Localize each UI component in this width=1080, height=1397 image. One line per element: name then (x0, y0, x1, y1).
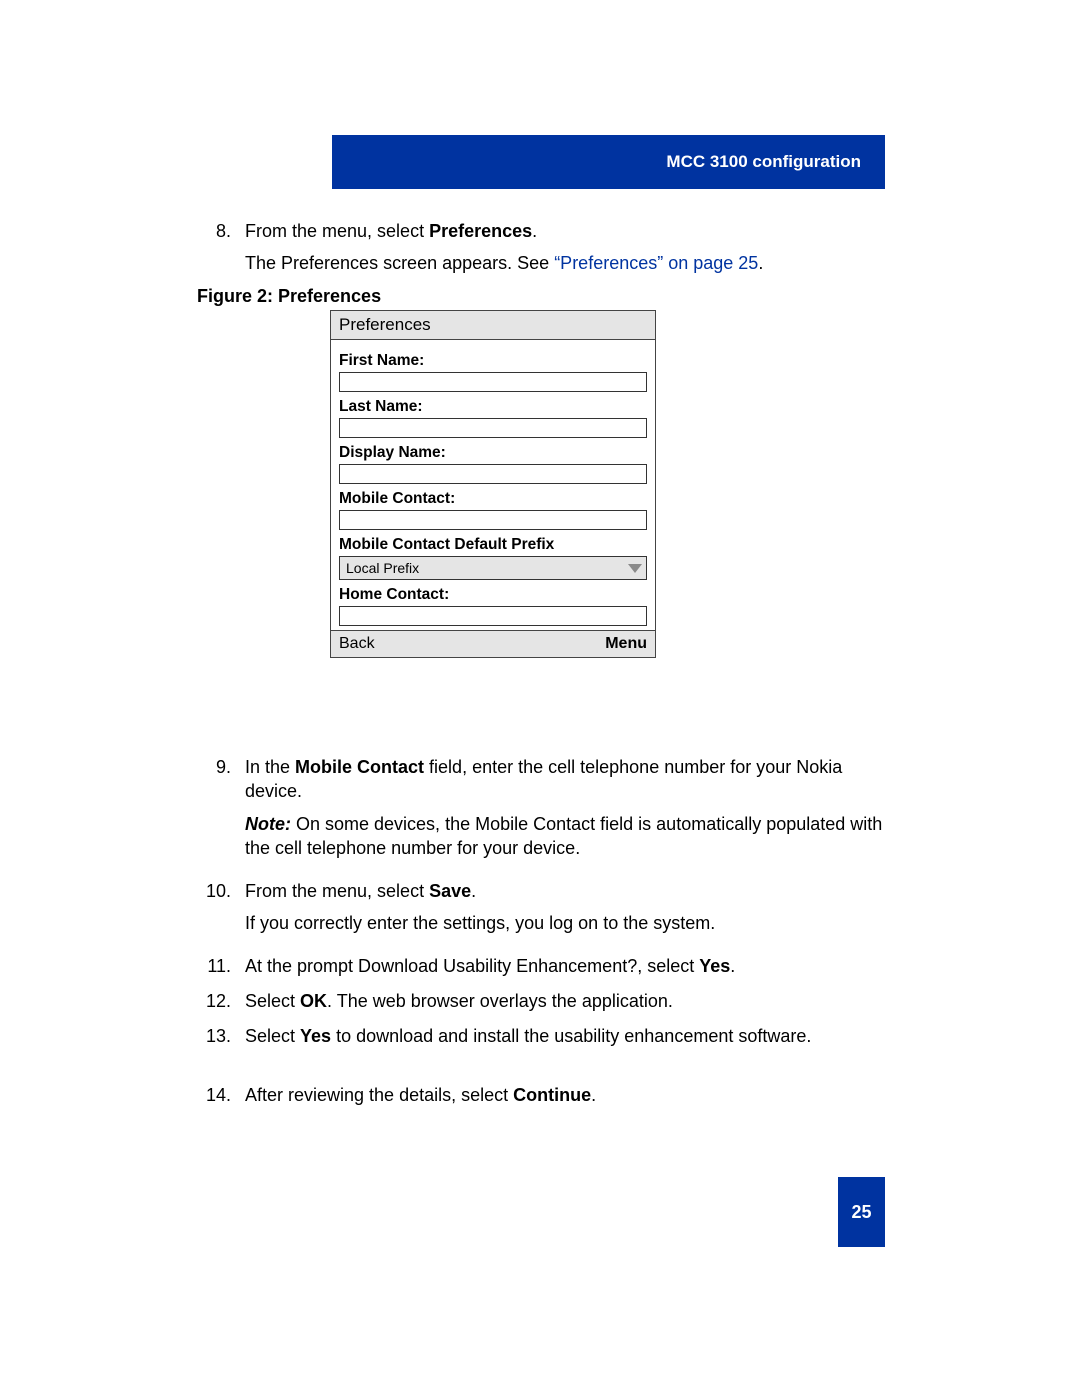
bold-text: Yes (699, 956, 730, 976)
bold-text: Save (429, 881, 471, 901)
text: . (758, 253, 763, 273)
bold-text: Preferences (429, 221, 532, 241)
step-body: At the prompt Download Usability Enhance… (245, 954, 885, 978)
home-contact-label: Home Contact: (339, 586, 647, 604)
display-name-label: Display Name: (339, 444, 647, 462)
menu-softkey[interactable]: Menu (605, 635, 647, 653)
step-body: Select OK. The web browser overlays the … (245, 989, 885, 1013)
step-9: 9. In the Mobile Contact field, enter th… (197, 755, 885, 866)
text: From the menu, select (245, 221, 429, 241)
panel-content: First Name: Last Name: Display Name: Mob… (331, 340, 655, 630)
mobile-contact-label: Mobile Contact: (339, 490, 647, 508)
text: After reviewing the details, select (245, 1085, 513, 1105)
step-number: 13. (197, 1024, 245, 1048)
step-number: 11. (197, 954, 245, 978)
text: . (730, 956, 735, 976)
text: From the menu, select (245, 881, 429, 901)
text: Select (245, 1026, 300, 1046)
step-sub: The Preferences screen appears. See “Pre… (245, 251, 885, 275)
text: . (591, 1085, 596, 1105)
step-number: 8. (197, 219, 245, 276)
page: MCC 3100 configuration 8. From the menu,… (0, 0, 1080, 1397)
step-body: From the menu, select Save. If you corre… (245, 879, 885, 936)
step-12: 12. Select OK. The web browser overlays … (197, 989, 885, 1019)
step-sub: If you correctly enter the settings, you… (245, 911, 885, 935)
prefix-select[interactable]: Local Prefix (339, 556, 647, 580)
text: . (532, 221, 537, 241)
chevron-down-icon (628, 564, 642, 573)
step-14: 14. After reviewing the details, select … (197, 1083, 885, 1113)
header-bar: MCC 3100 configuration (332, 135, 885, 189)
last-name-field[interactable] (339, 418, 647, 438)
step-body: In the Mobile Contact field, enter the c… (245, 755, 885, 860)
step-number: 10. (197, 879, 245, 936)
text: In the (245, 757, 295, 777)
text: At the prompt Download Usability Enhance… (245, 956, 699, 976)
bold-text: Continue (513, 1085, 591, 1105)
step-body: From the menu, select Preferences. The P… (245, 219, 885, 276)
panel-title: Preferences (331, 311, 655, 340)
home-contact-field[interactable] (339, 606, 647, 626)
figure-caption: Figure 2: Preferences (197, 284, 885, 308)
display-name-field[interactable] (339, 464, 647, 484)
step-note: Note: On some devices, the Mobile Contac… (245, 812, 885, 861)
step-13: 13. Select Yes to download and install t… (197, 1024, 885, 1054)
bold-text: Mobile Contact (295, 757, 424, 777)
step-11: 11. At the prompt Download Usability Enh… (197, 954, 885, 984)
bold-text: OK (300, 991, 327, 1011)
text: . (471, 881, 476, 901)
step-8: 8. From the menu, select Preferences. Th… (197, 219, 885, 282)
text: The Preferences screen appears. See (245, 253, 554, 273)
prefix-label: Mobile Contact Default Prefix (339, 536, 647, 554)
mobile-contact-field[interactable] (339, 510, 647, 530)
step-10: 10. From the menu, select Save. If you c… (197, 879, 885, 942)
step-body: Select Yes to download and install the u… (245, 1024, 885, 1048)
header-title: MCC 3100 configuration (666, 152, 861, 172)
step-number: 9. (197, 755, 245, 860)
step-number: 12. (197, 989, 245, 1013)
back-softkey[interactable]: Back (339, 635, 375, 653)
note-label: Note: (245, 814, 291, 834)
prefix-value: Local Prefix (346, 560, 419, 576)
page-number: 25 (838, 1177, 885, 1247)
page-number-value: 25 (851, 1202, 871, 1223)
panel-footer: Back Menu (331, 630, 655, 657)
preferences-panel: Preferences First Name: Last Name: Displ… (330, 310, 656, 658)
bold-text: Yes (300, 1026, 331, 1046)
first-name-field[interactable] (339, 372, 647, 392)
cross-reference-link[interactable]: “Preferences” on page 25 (554, 253, 758, 273)
step-body: After reviewing the details, select Cont… (245, 1083, 885, 1107)
note-body: On some devices, the Mobile Contact fiel… (245, 814, 882, 858)
text: . The web browser overlays the applicati… (327, 991, 673, 1011)
text: to download and install the usability en… (331, 1026, 811, 1046)
last-name-label: Last Name: (339, 398, 647, 416)
step-number: 14. (197, 1083, 245, 1107)
first-name-label: First Name: (339, 352, 647, 370)
text: Select (245, 991, 300, 1011)
